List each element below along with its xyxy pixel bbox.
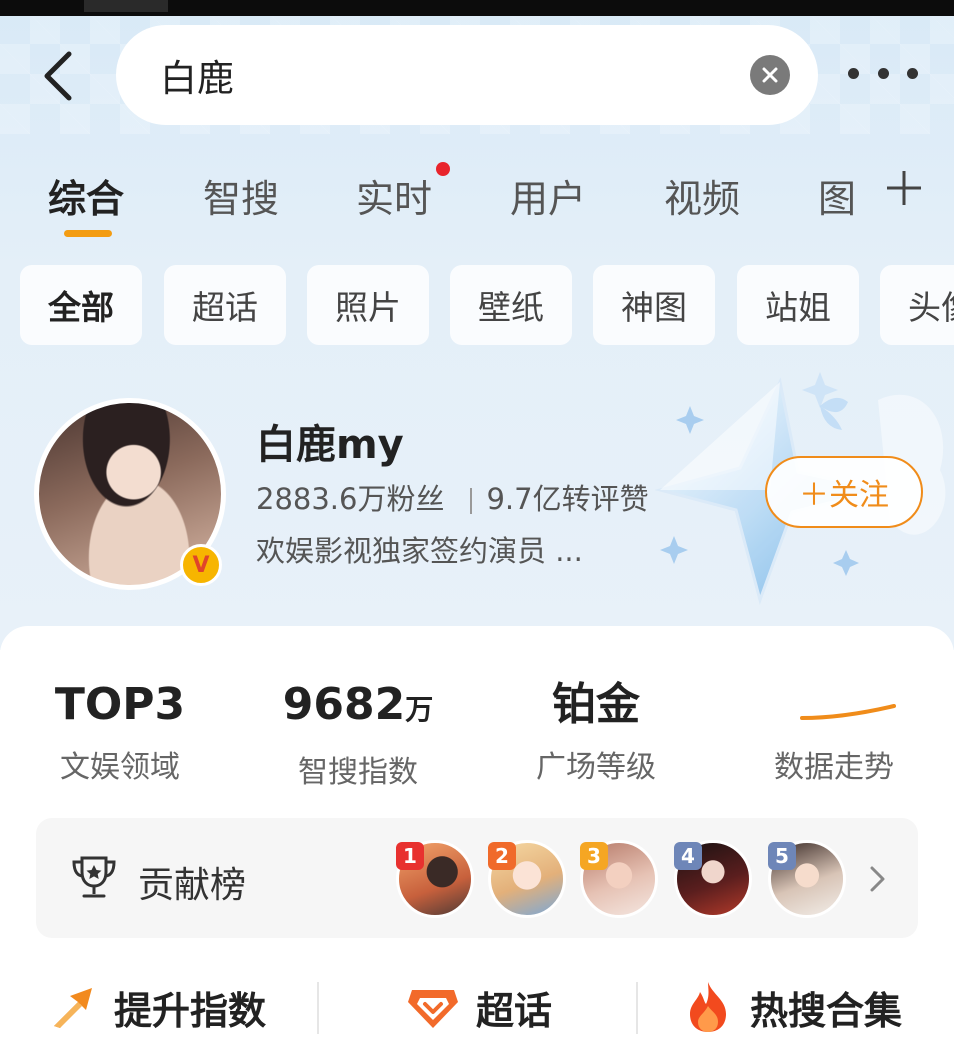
boost-index-button[interactable]: 提升指数 xyxy=(48,974,266,1040)
stat-label: 智搜指数 xyxy=(298,755,418,790)
chip-fansite[interactable]: 站姐 xyxy=(737,265,859,345)
more-options-button[interactable] xyxy=(848,58,918,88)
chip-wallpapers[interactable]: 壁纸 xyxy=(450,265,572,345)
stat-plaza-level[interactable]: 铂金 广场等级 xyxy=(476,678,716,786)
tab-videos[interactable]: 视频 xyxy=(664,168,740,223)
chip-photos[interactable]: 照片 xyxy=(307,265,429,345)
chip-god-pics[interactable]: 神图 xyxy=(593,265,715,345)
rank-badge: 5 xyxy=(768,842,796,870)
super-topic-icon xyxy=(408,990,458,1028)
divider xyxy=(317,982,319,1034)
fire-icon xyxy=(690,982,726,1032)
follow-button[interactable]: ＋关注 xyxy=(765,456,923,528)
status-bar xyxy=(0,0,954,16)
chip-avatars[interactable]: 头像 xyxy=(880,265,954,345)
chevron-left-icon xyxy=(44,51,72,101)
stat-label: 广场等级 xyxy=(536,750,656,785)
more-dot-icon xyxy=(848,67,859,79)
verified-badge: V xyxy=(180,544,222,586)
stat-unit: 万 xyxy=(405,693,434,726)
stat-label: 数据走势 xyxy=(774,750,894,785)
profile-name[interactable]: 白鹿my xyxy=(256,412,404,470)
tab-smart-search[interactable]: 智搜 xyxy=(203,168,279,223)
notification-dot xyxy=(436,162,450,176)
rank-badge: 1 xyxy=(396,842,424,870)
search-bar[interactable]: 白鹿 xyxy=(116,25,818,125)
profile-stats: 2883.6万粉丝 9.7亿转评赞 xyxy=(256,476,649,518)
super-topic-button[interactable]: 超话 xyxy=(406,974,552,1040)
tab-realtime[interactable]: 实时 xyxy=(356,168,432,223)
stat-value: 9682 xyxy=(282,679,406,730)
follower-count: 2883.6万粉丝 xyxy=(256,482,445,516)
stat-data-trend[interactable]: 数据走势 xyxy=(714,678,954,786)
rank-badge: 3 xyxy=(580,842,608,870)
contribution-title: 贡献榜 xyxy=(138,865,247,906)
stat-value: 铂金 xyxy=(552,679,640,730)
chip-super-topic[interactable]: 超话 xyxy=(164,265,286,345)
tab-comprehensive[interactable]: 综合 xyxy=(48,168,124,223)
more-dot-icon xyxy=(877,67,889,79)
tab-images[interactable]: 图 xyxy=(818,168,856,223)
rank-badge: 2 xyxy=(488,842,516,870)
divider xyxy=(636,982,638,1034)
more-dot-icon xyxy=(907,67,918,79)
stat-label: 文娱领域 xyxy=(60,750,180,785)
close-icon xyxy=(762,67,778,83)
search-input[interactable]: 白鹿 xyxy=(160,48,234,102)
search-tabs: 综合 智搜 实时 用户 视频 图 xyxy=(0,160,954,240)
rank-badge: 4 xyxy=(674,842,702,870)
tab-users[interactable]: 用户 xyxy=(510,168,586,223)
add-tab-icon[interactable] xyxy=(884,168,924,208)
chevron-right-icon[interactable] xyxy=(864,864,890,894)
trophy-icon xyxy=(72,856,116,898)
boost-index-label: 提升指数 xyxy=(114,988,267,1033)
boost-arrow-icon xyxy=(54,988,92,1028)
active-tab-indicator xyxy=(64,230,112,237)
clear-search-button[interactable] xyxy=(750,55,790,95)
back-button[interactable] xyxy=(30,46,86,106)
stat-smart-index[interactable]: 9682万 智搜指数 xyxy=(238,678,478,791)
stat-value: TOP3 xyxy=(54,679,186,730)
trend-sparkline-icon xyxy=(800,704,896,720)
chip-all[interactable]: 全部 xyxy=(20,265,142,345)
engagement-count: 9.7亿转评赞 xyxy=(486,482,649,516)
stat-domain-rank[interactable]: TOP3 文娱领域 xyxy=(0,678,240,786)
hot-search-label: 热搜合集 xyxy=(750,988,903,1033)
profile-description: 欢娱影视独家签约演员 ... xyxy=(256,534,583,568)
super-topic-label: 超话 xyxy=(476,988,553,1033)
hot-search-collection-button[interactable]: 热搜合集 xyxy=(682,974,902,1040)
